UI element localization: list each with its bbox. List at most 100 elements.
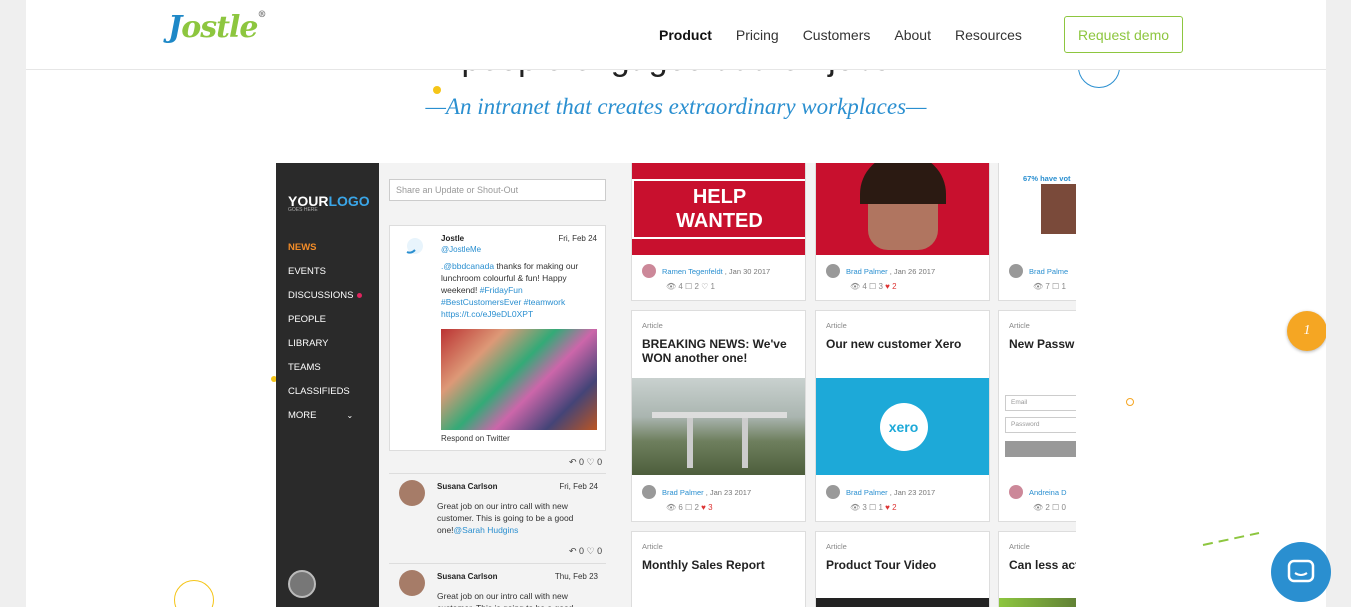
deco-circle-orange	[1126, 398, 1134, 406]
avatar	[642, 485, 656, 499]
card-article[interactable]: Article Can less act for an intra	[998, 531, 1076, 607]
avatar	[399, 570, 425, 596]
post-author: Susana Carlson	[437, 572, 498, 581]
app-screenshot: YOURLOGO GOES HERE NEWS EVENTS DISCUSSIO…	[276, 163, 1076, 607]
chevron-down-icon: ⌄	[346, 411, 354, 420]
email-field: Email	[1005, 395, 1076, 411]
card-poll[interactable]: 67% have vot Brad Palme 👁 7 ☐ 1	[998, 163, 1076, 301]
help-wanted-image: HELP WANTED	[632, 163, 805, 255]
share-input[interactable]: Share an Update or Shout-Out	[389, 179, 606, 201]
chat-icon	[1287, 559, 1315, 583]
card-profile[interactable]: Brad Palmer, Jan 26 2017 👁 4 ☐ 3 ♥ 2	[815, 163, 990, 301]
bridge-image	[632, 378, 805, 475]
nav-resources[interactable]: Resources	[955, 27, 1022, 43]
deco-dashes	[1202, 532, 1260, 546]
twitter-icon	[406, 238, 423, 254]
jostle-logo[interactable]: Jostle®	[168, 10, 266, 45]
post-text: Great job on our intro call with new cus…	[437, 591, 573, 607]
deco-dot-yellow	[433, 86, 441, 94]
post-date: Fri, Feb 24	[559, 482, 598, 491]
card-article[interactable]: Article Monthly Sales Report	[631, 531, 806, 607]
content-cards: HELP WANTED Ramen Tegenfeldt, Jan 30 201…	[616, 163, 1076, 607]
sidebar-item-teams[interactable]: TEAMS	[288, 361, 362, 385]
poll-image	[1041, 184, 1076, 234]
card-stats: 👁 6 ☐ 2 ♥ 3	[666, 503, 713, 512]
respond-on-twitter-link[interactable]: Respond on Twitter	[441, 434, 510, 443]
sidebar-item-classifieds[interactable]: CLASSIFIEDS	[288, 385, 362, 409]
xero-logo: xero	[879, 402, 928, 451]
profile-photo	[816, 163, 989, 255]
card-meta: Brad Palmer, Jan 26 2017	[826, 264, 935, 278]
card-stats: 👁 3 ☐ 1 ♥ 2	[850, 503, 897, 512]
sidebar-item-more[interactable]: MORE ⌄	[288, 409, 362, 433]
page: people engaged at their jobs —An intrane…	[26, 0, 1326, 607]
password-field: Password	[1005, 417, 1076, 433]
card-image	[999, 598, 1076, 607]
card-title: Our new customer Xero	[826, 337, 962, 351]
card-help-wanted[interactable]: HELP WANTED Ramen Tegenfeldt, Jan 30 201…	[631, 163, 806, 301]
card-meta: Ramen Tegenfeldt, Jan 30 2017	[642, 264, 770, 278]
chat-launcher-button[interactable]	[1271, 542, 1331, 602]
card-meta: Brad Palmer, Jan 23 2017	[826, 485, 935, 499]
request-demo-button[interactable]: Request demo	[1064, 16, 1183, 53]
card-article[interactable]: Article New Passw Email Password Andrein…	[998, 310, 1076, 522]
card-meta: Brad Palme	[1009, 264, 1070, 278]
avatar	[642, 264, 656, 278]
avatar	[399, 480, 425, 506]
post-text: Great job on our intro call with new cus…	[437, 501, 574, 535]
sidebar-item-library[interactable]: LIBRARY	[288, 337, 362, 361]
card-stats: 👁 7 ☐ 1	[1033, 282, 1066, 291]
nav-about[interactable]: About	[894, 27, 931, 43]
app-brand: YOURLOGO GOES HERE	[288, 193, 370, 213]
card-title: Product Tour Video	[826, 558, 937, 572]
post-actions[interactable]: ↶ 0 ♡ 0	[569, 546, 602, 557]
post-card: Susana Carlson Thu, Feb 23 Great job on …	[389, 563, 606, 607]
card-title: BREAKING NEWS: We've WON another one!	[642, 337, 787, 365]
user-avatar[interactable]	[288, 570, 316, 598]
card-title: Can less act for an intra	[1009, 558, 1076, 572]
notification-dot	[357, 293, 363, 298]
post-author: Susana Carlson	[437, 482, 498, 491]
main-nav: Product Pricing Customers About Resource…	[659, 0, 1046, 70]
tweet-image[interactable]	[441, 329, 597, 430]
avatar	[1009, 485, 1023, 499]
card-article[interactable]: Article Product Tour Video	[815, 531, 990, 607]
avatar	[1009, 264, 1023, 278]
sidebar-item-people[interactable]: PEOPLE	[288, 313, 362, 337]
card-kind: Article	[826, 321, 847, 330]
news-feed: Share an Update or Shout-Out Jostle @Jos…	[379, 163, 616, 607]
card-kind: Article	[1009, 542, 1030, 551]
sidebar-item-news[interactable]: NEWS	[288, 241, 362, 265]
notification-badge[interactable]: 1	[1287, 311, 1326, 351]
video-thumbnail	[816, 598, 989, 607]
sidebar-item-events[interactable]: EVENTS	[288, 265, 362, 289]
tweet-author: Jostle	[441, 234, 465, 243]
tweet-handle[interactable]: @JostleMe	[441, 245, 481, 254]
site-header: Jostle® Product Pricing Customers About …	[26, 0, 1326, 70]
sidebar-item-discussions[interactable]: DISCUSSIONS	[288, 289, 363, 313]
login-button	[1005, 441, 1076, 457]
tagline: —An intranet that creates extraordinary …	[425, 94, 927, 119]
tweet-actions[interactable]: ↶ 0 ♡ 0	[569, 457, 602, 468]
card-kind: Article	[826, 542, 847, 551]
deco-circle-yellow	[174, 580, 214, 607]
post-date: Thu, Feb 23	[554, 572, 598, 581]
card-meta: Brad Palmer, Jan 23 2017	[642, 485, 751, 499]
card-title: New Passw	[1009, 337, 1075, 351]
avatar	[826, 264, 840, 278]
card-article[interactable]: Article Our new customer Xero xero Brad …	[815, 310, 990, 522]
nav-customers[interactable]: Customers	[803, 27, 871, 43]
card-title: Monthly Sales Report	[642, 558, 765, 572]
card-stats: 👁 4 ☐ 2 ♡ 1	[666, 282, 715, 291]
tweet-date: Fri, Feb 24	[558, 234, 597, 243]
nav-product[interactable]: Product	[659, 27, 712, 43]
card-meta: Andreina D	[1009, 485, 1069, 499]
tweet-text: .@bbdcanada thanks for making our lunchr…	[441, 261, 579, 319]
avatar	[826, 485, 840, 499]
nav-pricing[interactable]: Pricing	[736, 27, 779, 43]
card-stats: 👁 2 ☐ 0	[1033, 503, 1066, 512]
card-article[interactable]: Article BREAKING NEWS: We've WON another…	[631, 310, 806, 522]
tweet-card: Jostle @JostleMe Fri, Feb 24 .@bbdcanada…	[389, 225, 606, 451]
app-sidebar-menu: NEWS EVENTS DISCUSSIONS PEOPLE LIBRARY T…	[288, 241, 363, 433]
xero-image: xero	[816, 378, 989, 475]
